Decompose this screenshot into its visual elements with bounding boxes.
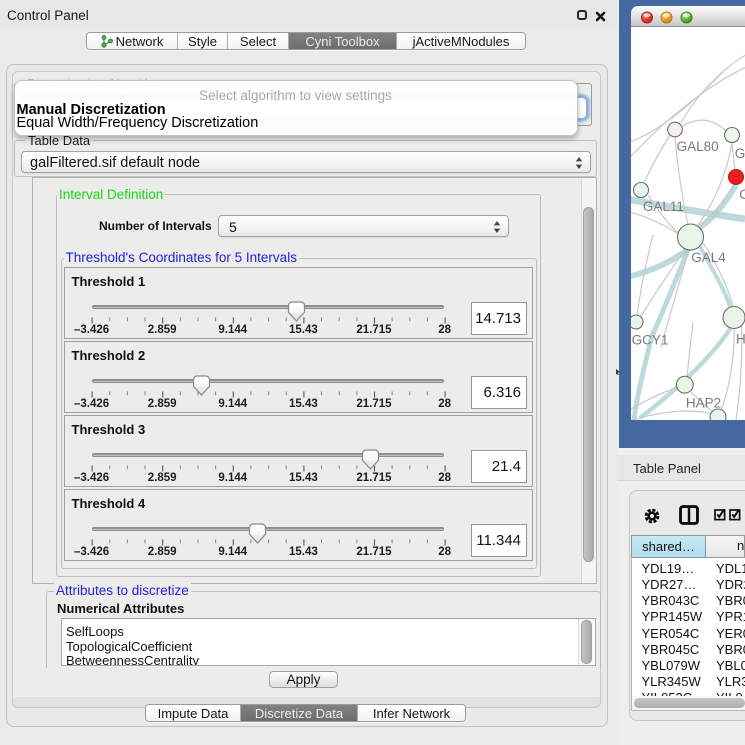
svg-text:GA: GA [735, 146, 745, 161]
svg-text:GAL4: GAL4 [691, 250, 726, 265]
svg-text:GAL80: GAL80 [677, 139, 719, 154]
svg-text:H: H [736, 332, 745, 347]
svg-text:HAP2: HAP2 [686, 396, 721, 411]
svg-text:C: C [739, 187, 745, 202]
svg-text:GAL11: GAL11 [643, 199, 684, 214]
svg-text:GCY1: GCY1 [632, 333, 669, 348]
